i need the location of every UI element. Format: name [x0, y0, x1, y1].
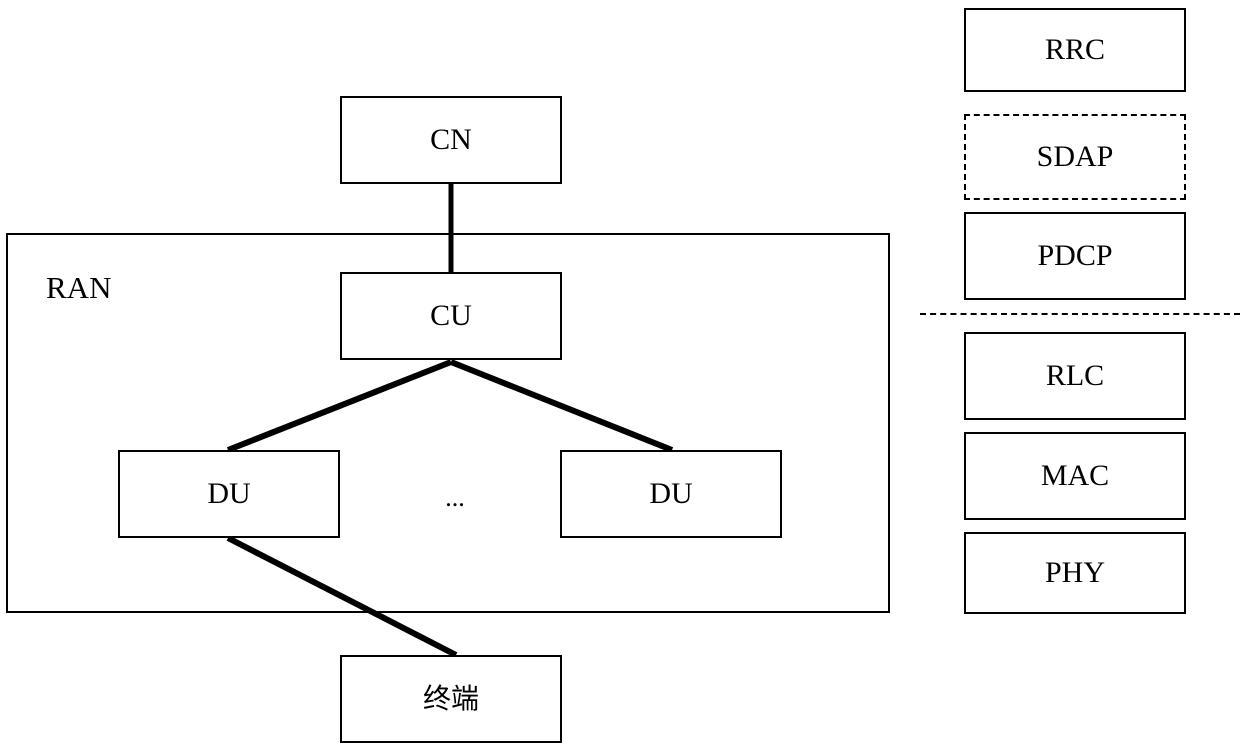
- ran-label: RAN: [46, 270, 112, 305]
- stack-layer-rlc-label: RLC: [1045, 359, 1105, 392]
- diagram-canvas: RAN CN CU DU ... DU 终端 RRC SDAP PDCP RLC…: [0, 0, 1240, 750]
- stack-layer-mac[interactable]: MAC: [964, 432, 1186, 520]
- stack-split-divider: [920, 313, 1240, 315]
- stack-layer-phy-label: PHY: [1044, 556, 1105, 589]
- stack-layer-rrc[interactable]: RRC: [964, 8, 1186, 92]
- node-cu[interactable]: CU: [340, 272, 562, 360]
- du-ellipsis: ...: [445, 483, 465, 512]
- node-du-right-label: DU: [649, 477, 693, 510]
- node-du-left[interactable]: DU: [118, 450, 340, 538]
- node-cn[interactable]: CN: [340, 96, 562, 184]
- node-cu-label: CU: [430, 299, 472, 332]
- stack-layer-sdap-label: SDAP: [1036, 140, 1114, 173]
- stack-layer-rrc-label: RRC: [1044, 33, 1106, 66]
- node-terminal[interactable]: 终端: [340, 655, 562, 743]
- stack-layer-rlc[interactable]: RLC: [964, 332, 1186, 420]
- stack-layer-mac-label: MAC: [1040, 459, 1110, 492]
- node-cn-label: CN: [430, 123, 472, 156]
- stack-layer-phy[interactable]: PHY: [964, 532, 1186, 614]
- stack-layer-sdap[interactable]: SDAP: [964, 114, 1186, 200]
- node-du-left-label: DU: [207, 477, 251, 510]
- node-terminal-label: 终端: [422, 682, 479, 715]
- stack-layer-pdcp[interactable]: PDCP: [964, 212, 1186, 300]
- node-du-right[interactable]: DU: [560, 450, 782, 538]
- stack-layer-pdcp-label: PDCP: [1037, 239, 1113, 272]
